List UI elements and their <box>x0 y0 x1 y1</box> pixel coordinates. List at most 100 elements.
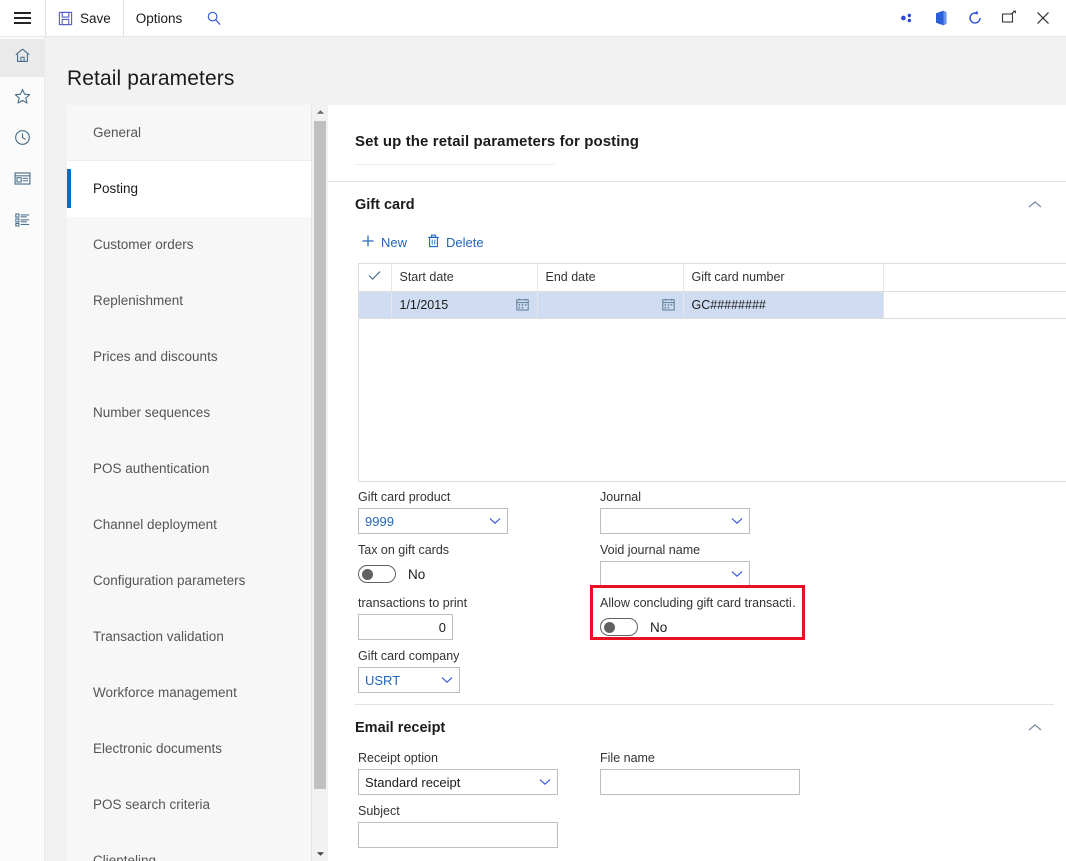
options-button[interactable]: Options <box>124 0 195 36</box>
application-window: Save Options Retail parameters General P… <box>0 0 1066 861</box>
delete-button[interactable]: Delete <box>419 230 492 255</box>
home-icon <box>13 46 32 70</box>
favorites-star-icon <box>13 87 32 111</box>
sidebar-item-workforce-management[interactable]: Workforce management <box>67 665 311 721</box>
void-journal-name-input[interactable] <box>600 561 750 587</box>
gift-card-product-input[interactable]: 9999 <box>358 508 508 534</box>
allow-concluding-toggle[interactable] <box>600 618 638 636</box>
checkmark-icon <box>368 270 381 284</box>
select-all-column-header[interactable] <box>359 264 392 292</box>
sidebar-item-replenishment[interactable]: Replenishment <box>67 273 311 329</box>
popout-icon[interactable] <box>992 0 1026 36</box>
table-row[interactable]: 1/1/2015 GC######## <box>359 291 1066 319</box>
section-header-email-receipt[interactable]: Email receipt <box>328 705 1066 751</box>
close-icon[interactable] <box>1026 0 1060 36</box>
sidebar-item-configuration-parameters[interactable]: Configuration parameters <box>67 553 311 609</box>
chevron-down-icon[interactable] <box>483 517 501 525</box>
field-value: 9999 <box>365 513 394 529</box>
field-gift-card-company: Gift card company USRT <box>358 649 460 693</box>
rail-item-recent[interactable] <box>0 121 44 159</box>
receipt-option-input[interactable]: Standard receipt <box>358 769 558 795</box>
calendar-icon[interactable] <box>515 298 529 311</box>
sidebar-item-prices-and-discounts[interactable]: Prices and discounts <box>67 329 311 385</box>
nav-scrollbar-thumb[interactable] <box>314 121 326 789</box>
toggle-knob <box>362 569 373 580</box>
top-bar-right-icons <box>890 0 1066 36</box>
office-app-icon[interactable] <box>924 0 958 36</box>
caption-rule <box>355 164 555 165</box>
search-button[interactable] <box>194 0 234 36</box>
sidebar-item-label: Transaction validation <box>93 629 224 644</box>
gift-card-fields: Gift card product 9999 Tax on gift cards <box>328 482 1066 704</box>
file-name-input[interactable] <box>600 769 800 795</box>
row-select-cell[interactable] <box>359 291 392 319</box>
cell-end-date[interactable] <box>537 291 684 319</box>
nav-scrollbar[interactable] <box>312 105 328 861</box>
sidebar-item-label: Prices and discounts <box>93 349 218 364</box>
workspaces-icon <box>13 169 32 193</box>
grid-header-row: Start date End date Gift card number <box>359 264 1066 292</box>
rail-item-workspaces[interactable] <box>0 162 44 200</box>
save-button[interactable]: Save <box>46 0 123 36</box>
section-title: Gift card <box>355 197 415 213</box>
rail-item-favorites[interactable] <box>0 80 44 118</box>
scroll-up-arrow-icon[interactable] <box>312 105 328 119</box>
field-void-journal-name: Void journal name <box>600 543 750 587</box>
gift-card-grid[interactable]: Start date End date Gift card number 1/1… <box>358 263 1066 482</box>
section-header-gift-card[interactable]: Gift card <box>328 182 1066 228</box>
sidebar-item-number-sequences[interactable]: Number sequences <box>67 385 311 441</box>
top-command-bar: Save Options <box>0 0 1066 37</box>
save-button-label: Save <box>80 10 111 26</box>
field-label: Journal <box>600 490 641 504</box>
sidebar-item-customer-orders[interactable]: Customer orders <box>67 217 311 273</box>
field-receipt-option: Receipt option Standard receipt <box>358 751 558 795</box>
journal-input[interactable] <box>600 508 750 534</box>
refresh-icon[interactable] <box>958 0 992 36</box>
field-label: Void journal name <box>600 543 701 557</box>
gift-card-company-input[interactable]: USRT <box>358 667 460 693</box>
gift-card-number-value: GC######## <box>691 297 766 312</box>
chevron-up-icon[interactable] <box>1028 719 1042 737</box>
sidebar-item-label: POS authentication <box>93 461 210 476</box>
field-subject: Subject <box>358 804 558 848</box>
field-label: Gift card product <box>358 490 451 504</box>
cell-start-date[interactable]: 1/1/2015 <box>391 291 538 319</box>
field-label: Allow concluding gift card transacti… <box>600 596 795 610</box>
new-button-label: New <box>381 235 408 250</box>
chevron-down-icon[interactable] <box>725 517 743 525</box>
column-header-end-date[interactable]: End date <box>537 264 684 292</box>
sidebar-item-clienteling[interactable]: Clienteling <box>67 833 311 861</box>
sidebar-item-posting[interactable]: Posting <box>67 161 311 217</box>
chevron-down-icon[interactable] <box>725 570 743 578</box>
sidebar-item-electronic-documents[interactable]: Electronic documents <box>67 721 311 777</box>
office-tools-icon[interactable] <box>890 0 924 36</box>
toggle-value-label: No <box>408 566 426 582</box>
rail-item-home[interactable] <box>0 39 44 77</box>
field-label: Tax on gift cards <box>358 543 450 557</box>
sidebar-item-general[interactable]: General <box>67 105 311 161</box>
subject-input[interactable] <box>358 822 558 848</box>
new-button[interactable]: New <box>353 230 415 255</box>
scroll-down-arrow-icon[interactable] <box>312 847 328 861</box>
hamburger-menu-icon[interactable] <box>0 0 45 36</box>
column-header-start-date[interactable]: Start date <box>391 264 538 292</box>
sidebar-item-label: General <box>93 125 142 140</box>
sidebar-item-label: Clienteling <box>93 853 157 861</box>
chevron-up-icon[interactable] <box>1028 196 1042 214</box>
sidebar-item-transaction-validation[interactable]: Transaction validation <box>67 609 311 665</box>
tax-on-gift-cards-toggle[interactable] <box>358 565 396 583</box>
calendar-icon[interactable] <box>661 298 675 311</box>
column-header-gift-card-number[interactable]: Gift card number <box>683 264 884 292</box>
sidebar-item-pos-search-criteria[interactable]: POS search criteria <box>67 777 311 833</box>
chevron-down-icon[interactable] <box>533 778 551 786</box>
field-transactions-to-print: transactions to print 0 <box>358 596 467 640</box>
modules-list-icon <box>13 210 32 234</box>
cell-gift-card-number[interactable]: GC######## <box>683 291 884 319</box>
transactions-to-print-input[interactable]: 0 <box>358 614 453 640</box>
sidebar-item-pos-authentication[interactable]: POS authentication <box>67 441 311 497</box>
field-gift-card-product: Gift card product 9999 <box>358 490 508 534</box>
save-disk-icon <box>58 11 73 26</box>
chevron-down-icon[interactable] <box>435 676 453 684</box>
rail-item-modules[interactable] <box>0 203 44 241</box>
sidebar-item-channel-deployment[interactable]: Channel deployment <box>67 497 311 553</box>
